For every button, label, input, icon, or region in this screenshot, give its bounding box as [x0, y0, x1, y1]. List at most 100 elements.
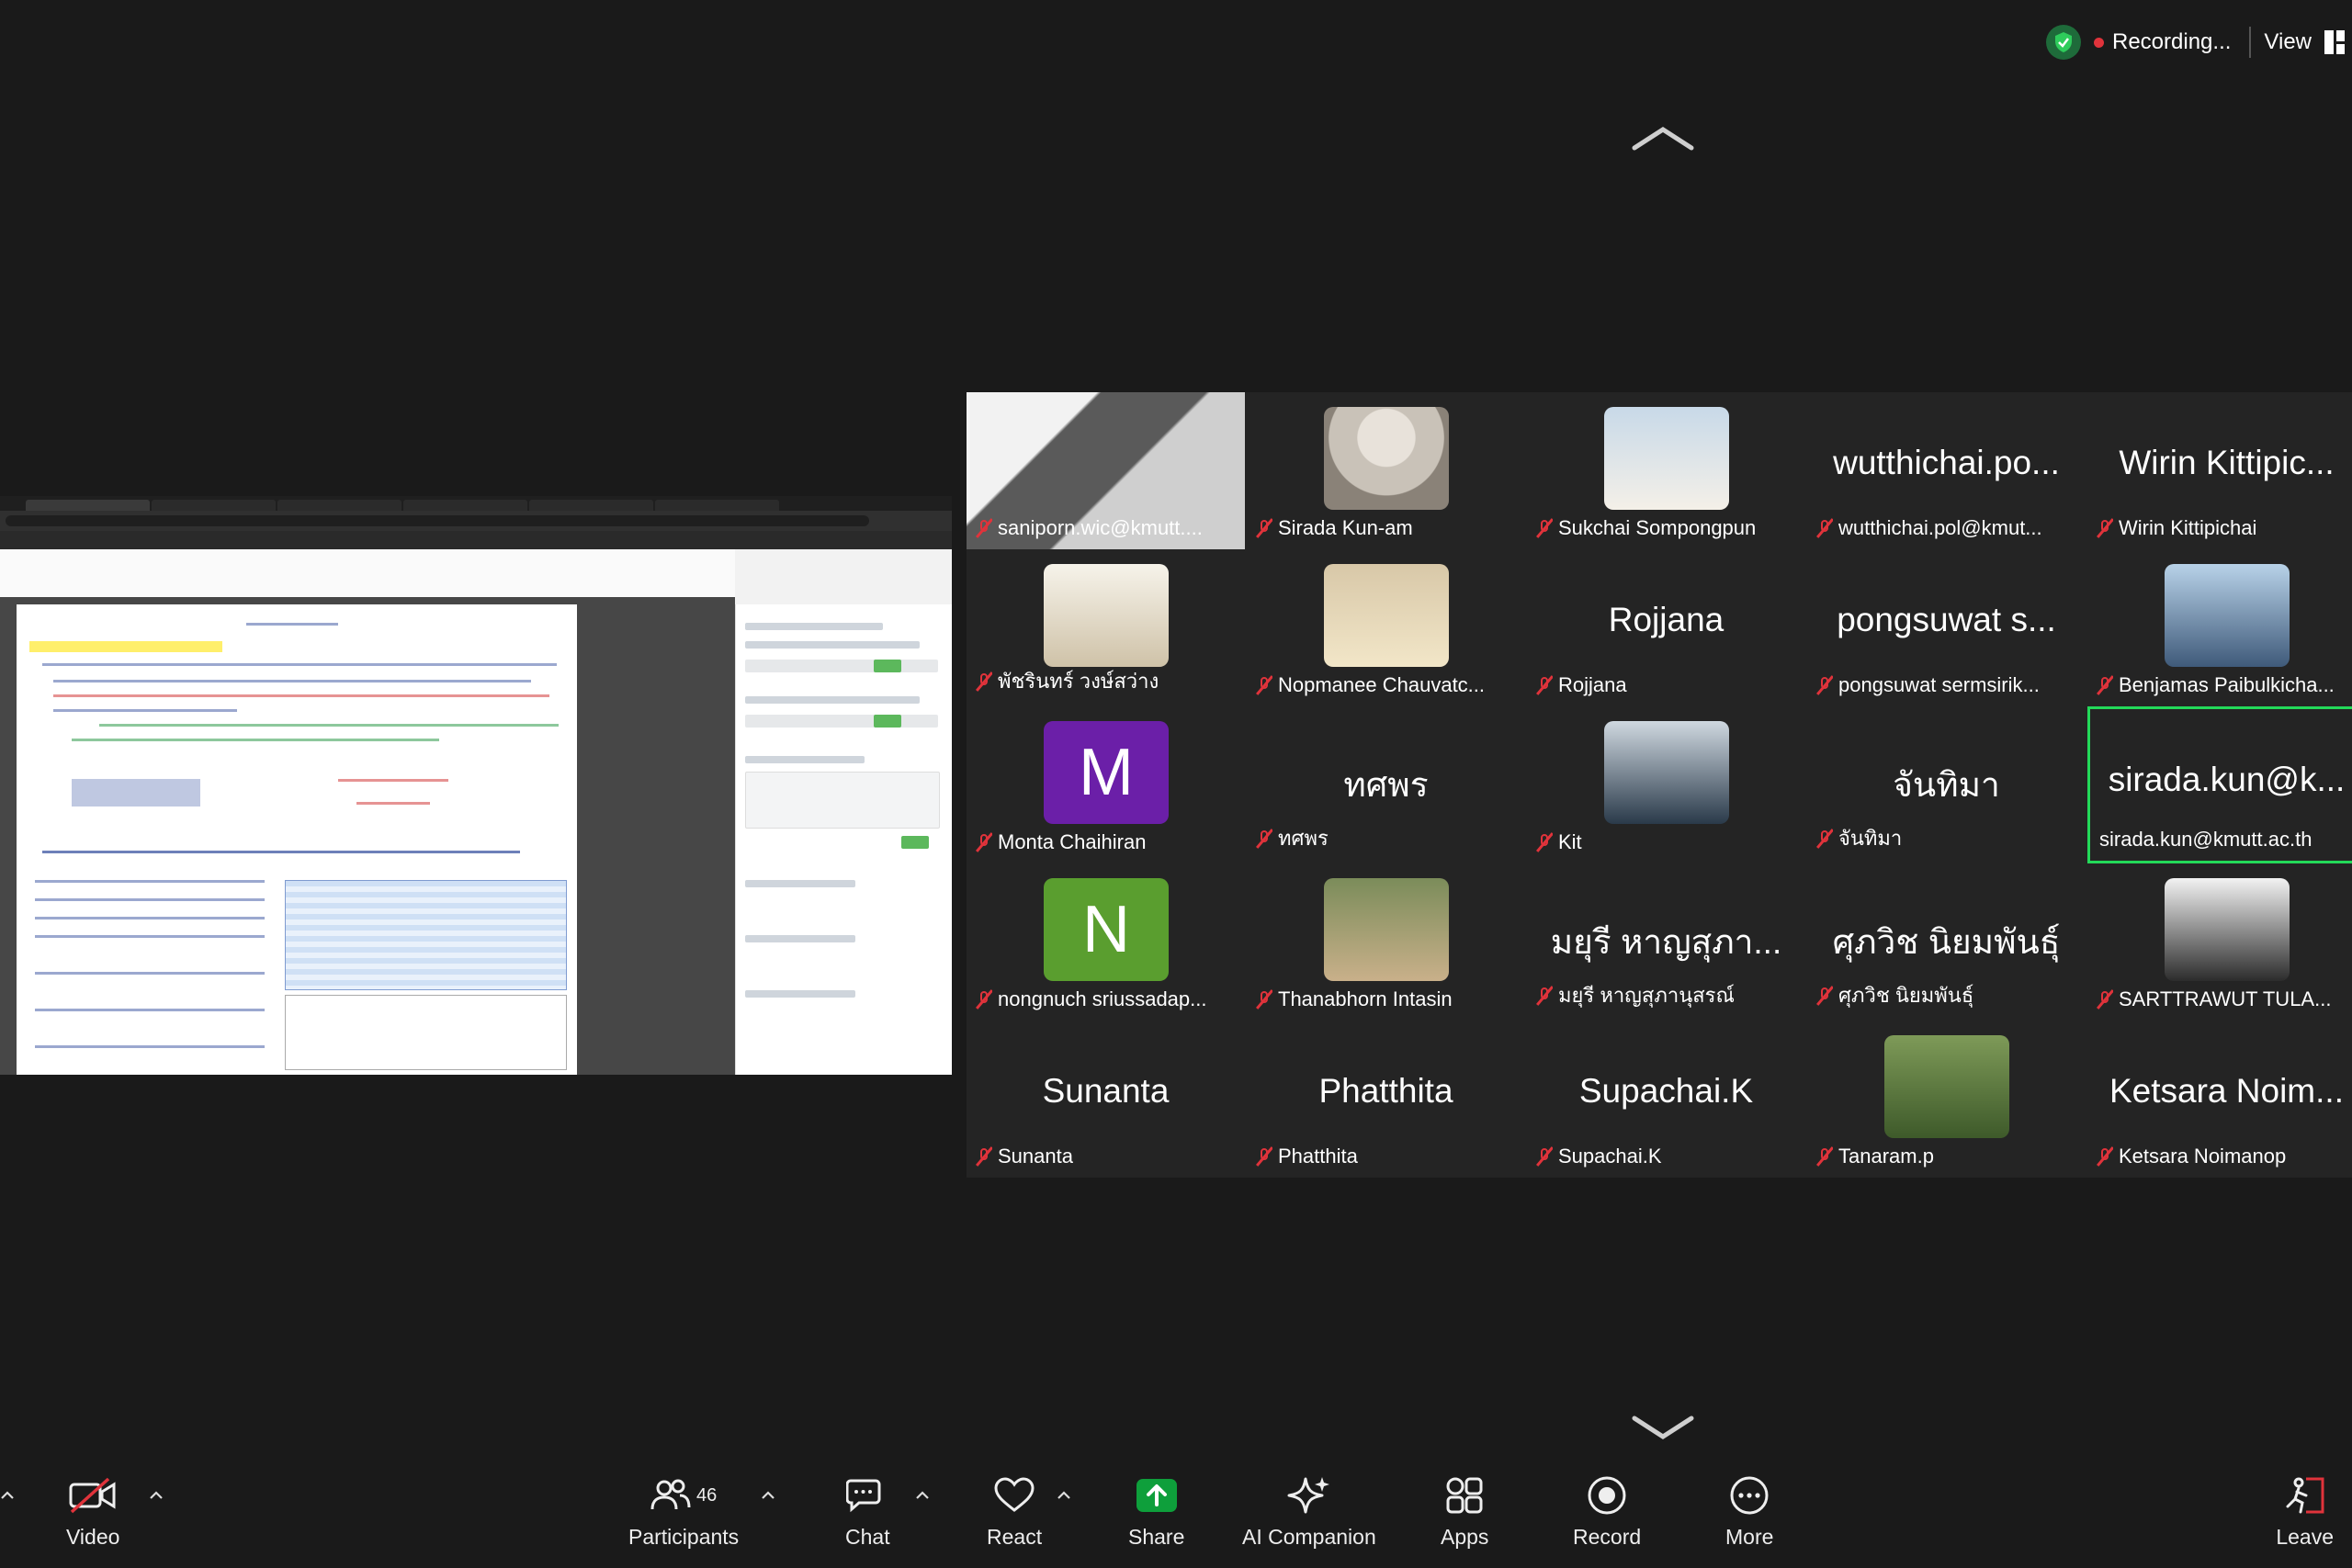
participant-name: Monta Chaihiran [998, 830, 1147, 853]
pdf-viewer [0, 597, 735, 1075]
pdf-toolbar [0, 549, 735, 598]
participant-name: Phatthita [1278, 1145, 1358, 1168]
recording-dot-icon [2094, 37, 2104, 48]
participant-tile[interactable]: Supachai.K Supachai.K [1527, 1021, 1805, 1178]
browser-tab [277, 500, 401, 511]
ai-companion-button[interactable]: AI Companion [1242, 1473, 1376, 1550]
gallery-scroll-down-icon[interactable] [1631, 1410, 1695, 1447]
participant-name-tag: Rojjana [1536, 673, 1627, 697]
participant-display-name: ทศพร [1343, 766, 1429, 804]
encryption-shield-icon[interactable] [2046, 25, 2081, 60]
avatar [2165, 564, 2290, 667]
mic-muted-icon [976, 518, 992, 538]
participant-tile[interactable]: saniporn.wic@kmutt.... [967, 392, 1245, 549]
participant-display-name: pongsuwat s... [1837, 601, 2056, 638]
avatar [1884, 1035, 2009, 1138]
participant-tile[interactable]: Nopmanee Chauvatc... [1247, 549, 1525, 706]
chat-button[interactable]: Chat [845, 1473, 890, 1550]
record-button[interactable]: Record [1573, 1473, 1641, 1550]
view-label: View [2264, 29, 2312, 54]
browser-tabs [0, 496, 952, 511]
participants-options-chevron-icon[interactable] [761, 1488, 775, 1503]
participant-tile[interactable]: Nnongnuch sriussadap... [967, 863, 1245, 1021]
participant-tile[interactable]: Sirada Kun-am [1247, 392, 1525, 549]
avatar [1604, 407, 1729, 510]
participant-name-tag: Ketsara Noimanop [2097, 1145, 2286, 1168]
participant-name: Wirin Kittipichai [2119, 516, 2257, 539]
participant-tile[interactable]: จันทิมา จันทิมา [1807, 706, 2086, 863]
participant-tile[interactable]: Ketsara Noim... Ketsara Noimanop [2087, 1021, 2352, 1178]
participants-button[interactable]: 46 Participants [628, 1473, 739, 1550]
participant-tile[interactable]: pongsuwat s... pongsuwat sermsirik... [1807, 549, 2086, 706]
mic-muted-icon [1536, 1146, 1553, 1167]
participant-name: pongsuwat sermsirik... [1838, 673, 2040, 696]
participant-tile[interactable]: Benjamas Paibulkicha... [2087, 549, 2352, 706]
participant-tile[interactable]: Tanaram.p [1807, 1021, 2086, 1178]
participant-name: Ketsara Noimanop [2119, 1145, 2287, 1168]
participant-name-tag: wutthichai.pol@kmut... [1816, 516, 2042, 540]
participant-name-tag: SARTTRAWUT TULA... [2097, 987, 2331, 1011]
avatar [1324, 564, 1449, 667]
gallery-scroll-up-icon[interactable] [1631, 119, 1695, 156]
participant-name-tag: Phatthita [1256, 1145, 1358, 1168]
apps-button[interactable]: Apps [1441, 1473, 1488, 1550]
participant-display-name: Wirin Kittipic... [2119, 444, 2335, 481]
rubric-panel [735, 604, 952, 1075]
leave-button[interactable]: Leave [2276, 1473, 2334, 1550]
participant-display-name: มยุรี หาญสุภา... [1550, 923, 1782, 961]
participant-name-tag: Supachai.K [1536, 1145, 1662, 1168]
mic-muted-icon [2097, 1146, 2113, 1167]
ai-companion-label: AI Companion [1242, 1525, 1376, 1549]
participant-tile[interactable]: Wirin Kittipic... Wirin Kittipichai [2087, 392, 2352, 549]
participant-tile[interactable]: Thanabhorn Intasin [1247, 863, 1525, 1021]
participant-tile[interactable]: SARTTRAWUT TULA... [2087, 863, 2352, 1021]
participant-tile[interactable]: Kit [1527, 706, 1805, 863]
mic-muted-icon [1256, 1146, 1272, 1167]
participant-tile[interactable]: Sukchai Sompongpun [1527, 392, 1805, 549]
chat-options-chevron-icon[interactable] [915, 1488, 930, 1503]
pdf-data-table [285, 880, 567, 990]
participant-tile[interactable]: พัชรินทร์ วงษ์สว่าง [967, 549, 1245, 706]
participant-tile[interactable]: มยุรี หาญสุภา... มยุรี หาญสุภานุสรณ์ [1527, 863, 1805, 1021]
shared-screen[interactable] [0, 496, 952, 1075]
participant-tile[interactable]: wutthichai.po... wutthichai.pol@kmut... [1807, 392, 2086, 549]
participant-tile[interactable]: Rojjana Rojjana [1527, 549, 1805, 706]
mic-muted-icon [976, 671, 992, 692]
audio-options-chevron-icon[interactable] [0, 1488, 15, 1503]
participant-tile[interactable]: ศุภวิช นิยมพันธุ์ ศุภวิช นิยมพันธุ์ [1807, 863, 2086, 1021]
participant-name: SARTTRAWUT TULA... [2119, 987, 2332, 1010]
recording-label: Recording... [2112, 29, 2232, 54]
pdf-page [17, 604, 577, 1075]
mic-muted-icon [1256, 829, 1272, 849]
react-options-chevron-icon[interactable] [1057, 1488, 1071, 1503]
participant-tile[interactable]: sirada.kun@k... sirada.kun@kmutt.ac.th [2087, 706, 2352, 863]
react-button[interactable]: React [987, 1473, 1042, 1550]
participant-tile[interactable]: Sunanta Sunanta [967, 1021, 1245, 1178]
participant-tile[interactable]: M Monta Chaihiran [967, 706, 1245, 863]
participant-name-tag: ทศพร [1256, 822, 1329, 854]
participant-tile[interactable]: Phatthita Phatthita [1247, 1021, 1525, 1178]
participant-name: Sunanta [998, 1145, 1073, 1168]
participant-name: saniporn.wic@kmutt.... [998, 516, 1203, 539]
chat-label: Chat [845, 1525, 890, 1549]
participant-name-tag: saniporn.wic@kmutt.... [976, 516, 1203, 540]
leave-label: Leave [2276, 1525, 2334, 1549]
participant-name: Thanabhorn Intasin [1278, 987, 1453, 1010]
participant-name: Nopmanee Chauvatc... [1278, 673, 1486, 696]
view-button[interactable]: View [2264, 29, 2345, 55]
video-options-chevron-icon[interactable] [149, 1488, 164, 1503]
recording-indicator[interactable]: Recording... [2094, 27, 2252, 58]
participant-name-tag: Monta Chaihiran [976, 830, 1146, 854]
browser-tab [655, 500, 779, 511]
participant-tile[interactable]: ทศพร ทศพร [1247, 706, 1525, 863]
participant-name: จันทิมา [1838, 827, 1903, 850]
mic-muted-icon [1816, 1146, 1833, 1167]
share-screen-icon [1135, 1473, 1179, 1517]
more-button[interactable]: More [1725, 1473, 1773, 1550]
video-button[interactable]: Video [66, 1473, 119, 1550]
participant-name-tag: มยุรี หาญสุภานุสรณ์ [1536, 979, 1735, 1011]
share-button[interactable]: Share [1128, 1473, 1184, 1550]
browser-bookmarks-bar [0, 531, 952, 549]
apps-icon [1444, 1473, 1485, 1517]
mic-muted-icon [2097, 675, 2113, 695]
